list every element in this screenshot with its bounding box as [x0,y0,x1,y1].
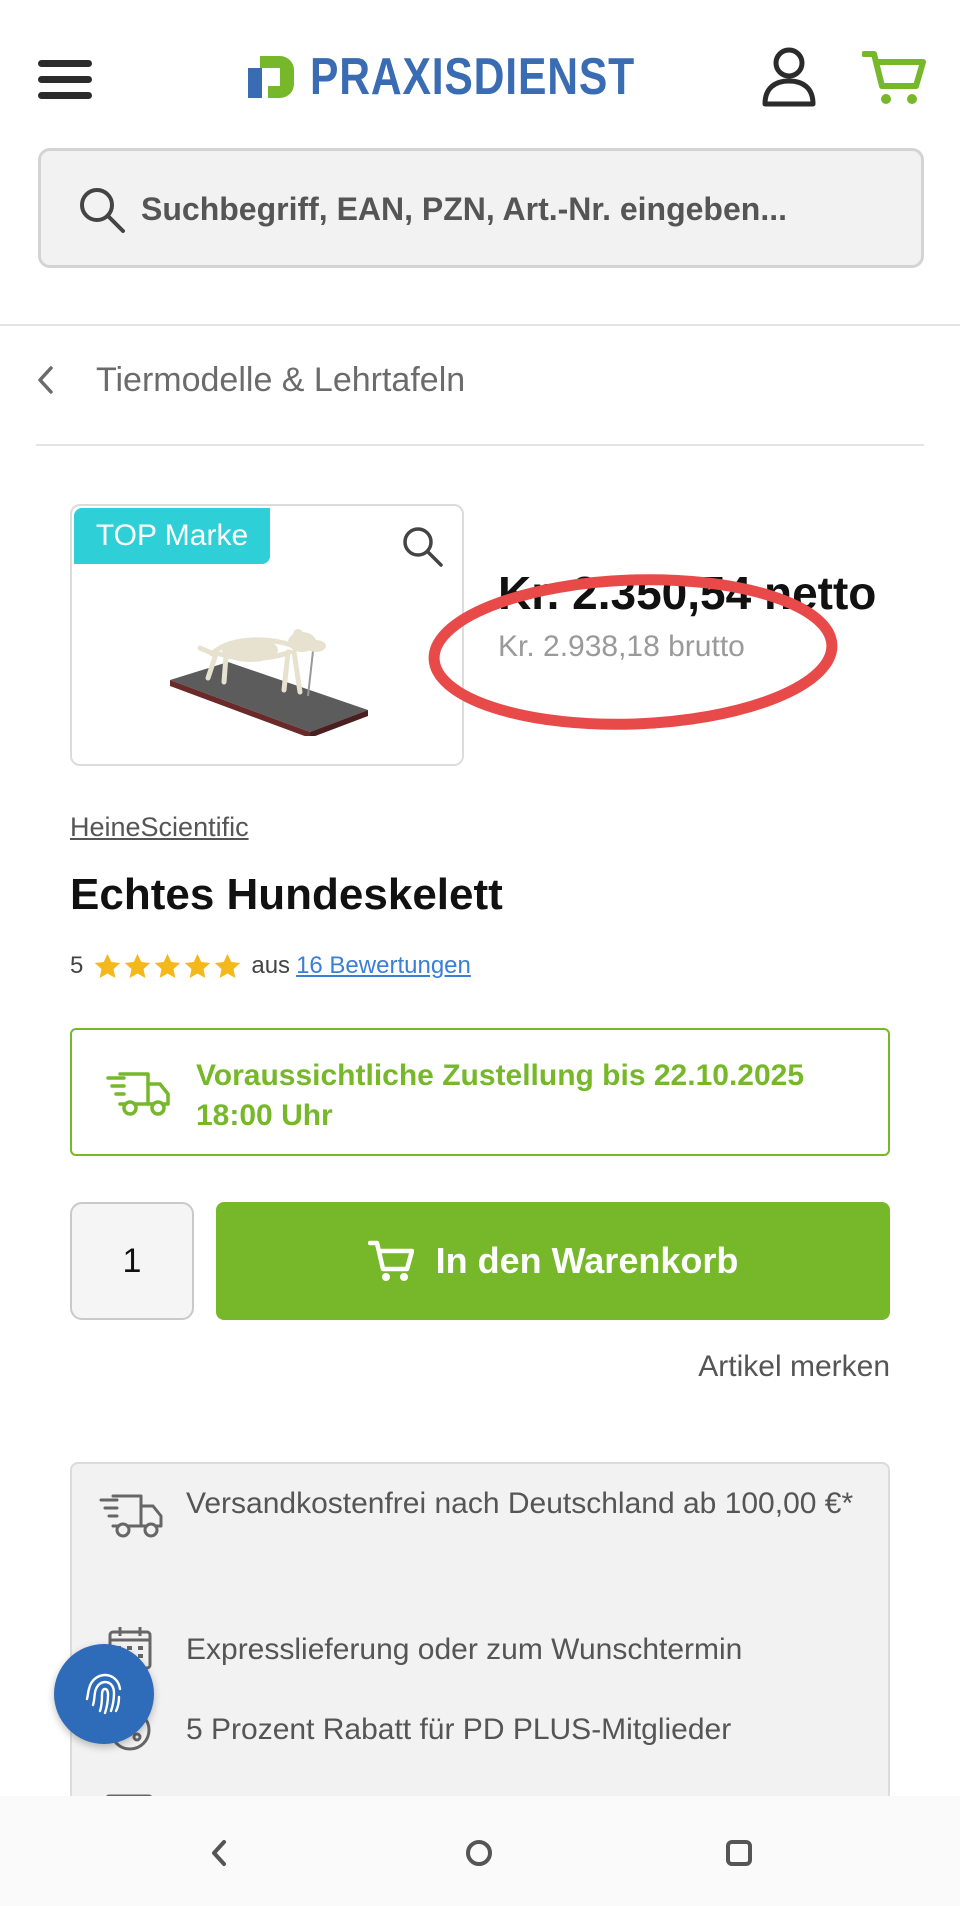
recents-icon[interactable] [714,1828,764,1878]
fingerprint-button[interactable] [54,1644,154,1744]
star-icon [215,953,241,978]
product-image-card[interactable]: TOP Marke [70,504,464,766]
search-bar[interactable] [38,148,924,268]
rating-aus: aus [251,952,291,979]
divider [36,444,924,446]
cart-icon[interactable] [862,48,926,108]
zoom-icon[interactable] [400,524,444,568]
benefit-text: Versandkostenfrei nach Deutschland ab 10… [186,1487,854,1520]
user-icon[interactable] [760,46,818,108]
add-to-cart-label: In den Warenkorb [435,1240,739,1281]
product-image-dog-skeleton [170,629,368,736]
logo-mark-icon [248,56,294,98]
benefits-box: Versandkostenfrei nach Deutschland ab 10… [70,1462,890,1822]
brand-link[interactable]: HeineScientific [70,812,249,843]
brand-logo[interactable]: PRAXISDIENST [246,48,706,106]
rating-row: 5 aus 16 Bewertungen [70,948,471,984]
breadcrumb-label: Tiermodelle & Lehrtafeln [96,360,466,399]
header: PRAXISDIENST [0,0,960,150]
save-item-link[interactable]: Artikel merken [698,1350,890,1384]
cart-icon [367,1240,414,1281]
benefit-text: 5 Prozent Rabatt für PD PLUS-Mitglieder [186,1713,732,1746]
product-title: Echtes Hundeskelett [70,870,503,919]
system-navigation-bar [0,1796,960,1906]
star-icon [95,953,121,978]
brand-name: PRAXISDIENST [310,48,635,106]
delivery-text: Voraussichtliche Zustellung bis 22.10.20… [196,1059,805,1132]
benefit-text: Expresslieferung oder zum Wunschtermin [186,1633,743,1666]
home-icon[interactable] [454,1828,504,1878]
search-icon [80,188,125,233]
back-icon[interactable] [194,1828,244,1878]
quantity-input[interactable] [70,1202,194,1320]
price-gross: Kr. 2.938,18 brutto [498,630,745,663]
truck-icon [106,1072,170,1116]
top-brand-badge: TOP Marke [74,508,270,564]
fingerprint-icon [85,1673,122,1715]
divider [0,324,960,326]
star-icon [125,953,151,978]
star-icon [185,953,211,978]
search-input[interactable] [141,181,881,237]
menu-icon[interactable] [38,60,92,100]
add-to-cart-button[interactable]: In den Warenkorb [216,1202,890,1320]
rating-value: 5 [70,952,84,979]
reviews-link[interactable]: 16 Bewertungen [296,952,471,980]
truck-icon [99,1494,163,1538]
star-icon [155,953,181,978]
price-net: Kr. 2.350,54 netto [498,567,877,619]
delivery-estimate-box: Voraussichtliche Zustellung bis 22.10.20… [70,1028,890,1156]
breadcrumb[interactable]: Tiermodelle & Lehrtafeln [36,352,465,408]
rating-stars [93,952,243,981]
chevron-left-icon [38,366,53,394]
